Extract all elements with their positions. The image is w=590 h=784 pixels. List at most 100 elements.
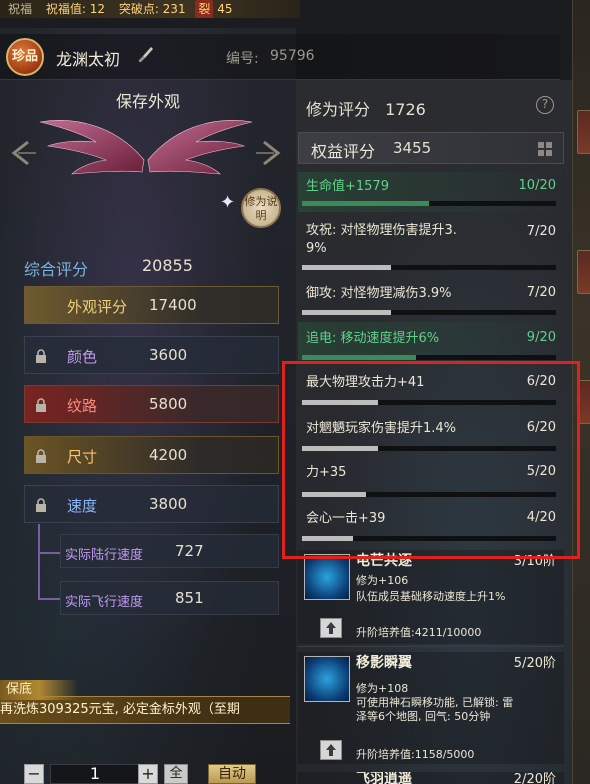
cultivation-score-label: 修为评分 <box>306 100 371 119</box>
tree-connector <box>38 524 40 600</box>
skill-teleport-icon <box>304 656 350 702</box>
upgrade-arrow-icon <box>326 622 336 634</box>
guarantee-notice: 再洗炼309325元宝, 必定金标外观（至期 <box>0 696 290 724</box>
pattern-value: 5800 <box>149 395 188 413</box>
pattern-row[interactable]: 纹路 5800 <box>24 385 279 423</box>
attribute-row: 追电: 移动速度提升6% 9/20 <box>298 322 564 360</box>
quantity-stepper: − 1 + 全 自动 <box>24 764 296 784</box>
flight-speed-row: 实际飞行速度 851 <box>60 581 279 615</box>
attribute-count: 6/20 <box>526 420 556 435</box>
skill-card[interactable]: 电芒共逐 3/10阶 修为+106 队伍成员基础移动速度上升1% 升阶培养值:4… <box>298 550 564 644</box>
help-icon[interactable]: ? <box>536 96 554 114</box>
land-speed-value: 727 <box>175 542 204 560</box>
attribute-name: 追电: 移动速度提升6% <box>306 331 440 346</box>
breakthrough-points: 突破点: 231 <box>118 2 186 16</box>
size-value: 4200 <box>149 446 188 464</box>
total-score-label: 综合评分 <box>24 260 89 279</box>
rename-brush-icon[interactable] <box>138 46 154 64</box>
side-tab[interactable] <box>577 250 590 294</box>
cultivation-score-value: 1726 <box>385 100 426 119</box>
attribute-count: 9/20 <box>526 330 556 345</box>
speed-row[interactable]: 速度 3800 <box>24 485 279 523</box>
appearance-score-row: 外观评分 17400 <box>24 286 279 324</box>
guarantee-tag: 保底 <box>0 680 78 700</box>
color-label: 颜色 <box>67 348 98 366</box>
attribute-progress-fill <box>302 265 391 270</box>
wings-preview-image <box>39 120 253 175</box>
color-row[interactable]: 颜色 3600 <box>24 336 279 374</box>
side-tab[interactable] <box>577 110 590 154</box>
cultivation-score: 修为评分 1726 <box>306 96 426 120</box>
lock-icon[interactable] <box>35 449 47 463</box>
grid-view-icon[interactable] <box>537 141 553 157</box>
benefit-score-row: 权益评分 3455 <box>298 132 564 164</box>
attribute-progress-bar <box>302 310 556 315</box>
upgrade-arrow-button[interactable] <box>320 740 342 760</box>
item-name: 龙渊太初 <box>56 50 121 69</box>
lock-icon[interactable] <box>35 349 47 363</box>
appearance-score-value: 17400 <box>149 296 197 314</box>
lock-icon[interactable] <box>35 398 47 412</box>
upgrade-progress-text: 升阶培养值:1158/5000 <box>356 748 475 761</box>
attribute-name-continued: 9% <box>306 241 327 256</box>
attribute-progress-fill <box>302 355 417 360</box>
attribute-name: 会心一击+39 <box>306 511 386 526</box>
blessing-status-bar: 祝福 祝福值: 12 突破点: 231 裂 45 <box>0 0 300 18</box>
upgrade-progress-text: 升阶培养值:4211/10000 <box>356 626 482 639</box>
skill-title: 电芒共逐 <box>356 553 412 569</box>
sparkle-icon: ✦ <box>220 192 236 213</box>
attribute-count: 6/20 <box>526 374 556 389</box>
side-tab[interactable] <box>577 380 590 424</box>
save-appearance-button[interactable]: 保存外观 <box>0 88 296 112</box>
skill-description-continued: 泽等6个地图, 回气: 50分钟 <box>356 710 491 723</box>
crack-badge: 裂 <box>195 0 214 18</box>
attribute-row: 会心一击+39 4/20 <box>298 504 564 548</box>
attribute-count: 5/20 <box>526 464 556 479</box>
attribute-row: 最大物理攻击力+41 6/20 <box>298 366 564 410</box>
all-button[interactable]: 全 <box>164 764 188 784</box>
attribute-name: 最大物理攻击力+41 <box>306 375 425 390</box>
skill-card[interactable]: 飞羽逍遥 2/20阶 <box>298 772 564 784</box>
side-tab-strip <box>572 0 590 784</box>
lock-icon[interactable] <box>35 498 47 512</box>
attribute-progress-fill <box>302 400 379 405</box>
appearance-score-label: 外观评分 <box>67 298 128 316</box>
skill-cultivation: 修为+108 <box>356 682 409 695</box>
attribute-name: 御攻: 对怪物理减伤3.9% <box>306 286 452 301</box>
skill-cultivation: 修为+106 <box>356 574 409 587</box>
skill-description: 队伍成员基础移动速度上升1% <box>356 590 506 603</box>
attribute-count: 7/20 <box>526 224 556 239</box>
cultivation-info-button[interactable]: 修为说明 <box>241 188 281 228</box>
upgrade-arrow-button[interactable] <box>320 618 342 638</box>
pattern-label: 纹路 <box>67 397 98 415</box>
attribute-progress-fill <box>302 446 379 451</box>
skill-card[interactable]: 移影瞬翼 5/20阶 修为+108 可使用神石瞬移功能, 已解锁: 雷 泽等6个… <box>298 652 564 764</box>
attribute-progress-bar <box>302 201 556 206</box>
attribute-row: 对魍魉玩家伤害提升1.4% 6/20 <box>298 412 564 456</box>
attribute-progress-fill <box>302 492 366 497</box>
quantity-input[interactable]: 1 <box>50 764 140 784</box>
tree-connector <box>38 598 60 600</box>
skill-description: 可使用神石瞬移功能, 已解锁: 雷 <box>356 696 514 709</box>
attribute-row: 攻祝: 对怪物理伤害提升3. 9% 7/20 <box>298 216 564 274</box>
next-appearance-arrow-icon[interactable] <box>254 138 284 168</box>
attribute-progress-bar <box>302 536 556 541</box>
decrease-button[interactable]: − <box>24 764 44 784</box>
attribute-progress-fill <box>302 201 429 206</box>
divider <box>298 646 564 647</box>
land-speed-row: 实际陆行速度 727 <box>60 534 279 568</box>
increase-button[interactable]: + <box>138 764 158 784</box>
benefit-score-value: 3455 <box>393 139 432 157</box>
size-label: 尺寸 <box>67 448 98 466</box>
item-header: 珍品 龙渊太初 编号: 95796 <box>0 34 560 80</box>
auto-button[interactable]: 自动 <box>208 764 256 784</box>
attribute-row: 力+35 5/20 <box>298 458 564 502</box>
previous-appearance-arrow-icon[interactable] <box>8 138 38 168</box>
crack-value: 45 <box>217 2 233 16</box>
attribute-name: 攻祝: 对怪物理伤害提升3. <box>306 223 457 238</box>
blessing-value: 祝福值: 12 <box>45 2 105 16</box>
size-row[interactable]: 尺寸 4200 <box>24 436 279 474</box>
upgrade-arrow-icon <box>326 744 336 756</box>
attribute-count: 10/20 <box>518 178 556 193</box>
attribute-name: 力+35 <box>306 465 347 480</box>
